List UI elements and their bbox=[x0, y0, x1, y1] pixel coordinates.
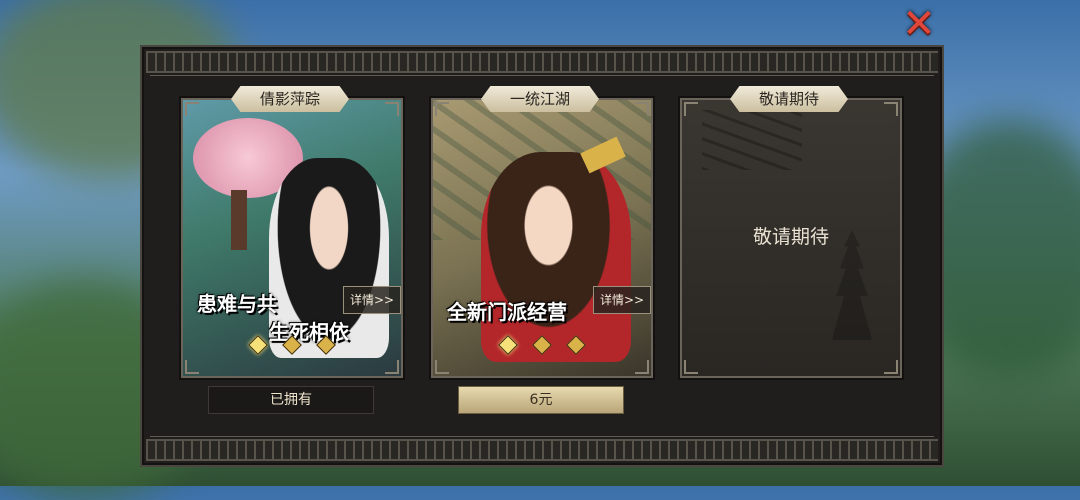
detail-button[interactable]: 详情>> bbox=[343, 286, 401, 314]
divider bbox=[150, 75, 934, 76]
page-dot[interactable] bbox=[316, 335, 336, 355]
page-indicator bbox=[433, 335, 651, 356]
purchase-button[interactable]: 6元 bbox=[458, 386, 624, 414]
border-pattern-bottom bbox=[146, 439, 938, 461]
slogan-line: 全新门派经营 bbox=[447, 300, 567, 324]
page-indicator bbox=[183, 335, 401, 356]
bamboo-artwork bbox=[702, 110, 802, 170]
page-dot[interactable] bbox=[248, 335, 268, 355]
dlc-card-yitong[interactable]: 全新门派经营 详情>> bbox=[431, 98, 653, 378]
card-corner bbox=[185, 360, 199, 374]
page-dot[interactable] bbox=[282, 335, 302, 355]
slogan-line: 患难与共 bbox=[197, 292, 277, 316]
card-corner bbox=[185, 102, 199, 116]
card-corner bbox=[884, 102, 898, 116]
card-corner bbox=[884, 360, 898, 374]
detail-button[interactable]: 详情>> bbox=[593, 286, 651, 314]
card-corner bbox=[684, 360, 698, 374]
card-corner bbox=[385, 360, 399, 374]
page-dot[interactable] bbox=[566, 335, 586, 355]
card-title: 倩影萍踪 bbox=[231, 86, 349, 112]
card-title: 一统江湖 bbox=[481, 86, 599, 112]
card-title: 敬请期待 bbox=[730, 86, 848, 112]
coming-soon-text: 敬请期待 bbox=[752, 226, 829, 248]
dlc-card-qianying[interactable]: 患难与共 生死相依 详情>> bbox=[181, 98, 403, 378]
card-corner bbox=[635, 102, 649, 116]
page-dot[interactable] bbox=[498, 335, 518, 355]
card-corner bbox=[385, 102, 399, 116]
dlc-card-coming-soon: 敬请期待 bbox=[680, 98, 902, 378]
border-pattern-top bbox=[146, 51, 938, 73]
close-x-icon: ✕ bbox=[902, 1, 936, 47]
character-portrait bbox=[481, 152, 631, 362]
owned-status-button: 已拥有 bbox=[208, 386, 374, 414]
card-corner bbox=[684, 102, 698, 116]
page-dot[interactable] bbox=[532, 335, 552, 355]
card-corner bbox=[635, 360, 649, 374]
card-corner bbox=[435, 102, 449, 116]
close-button[interactable]: ✕ bbox=[900, 4, 938, 44]
divider bbox=[150, 436, 934, 437]
card-corner bbox=[435, 360, 449, 374]
tree-trunk-artwork bbox=[231, 190, 247, 250]
